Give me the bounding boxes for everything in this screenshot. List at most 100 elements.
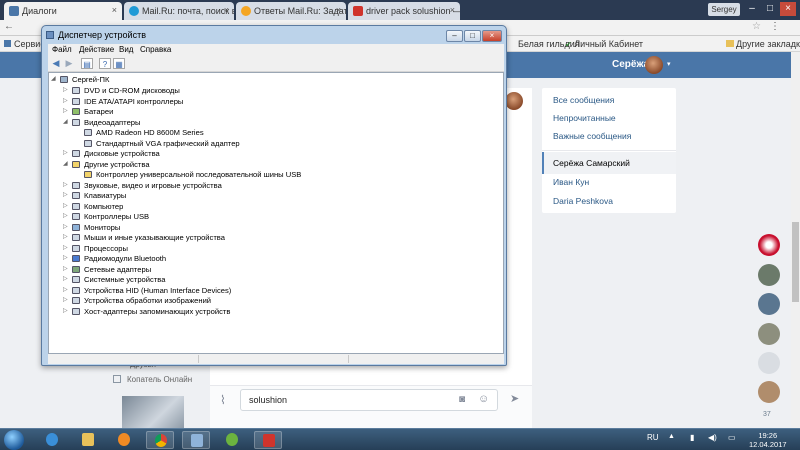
emoji-icon[interactable]: ☺: [478, 393, 489, 405]
attach-icon[interactable]: ⌇: [220, 393, 226, 407]
collapsed-icon[interactable]: ▷: [63, 243, 71, 254]
close-icon[interactable]: ×: [112, 5, 117, 15]
collapsed-icon[interactable]: ▷: [63, 295, 71, 306]
side-avatar-1[interactable]: [758, 234, 780, 256]
tree-view-icon[interactable]: ▤: [81, 58, 93, 69]
battery-icon[interactable]: ▭: [728, 433, 736, 442]
menu-icon[interactable]: ⋮: [770, 21, 780, 32]
collapsed-icon[interactable]: ▷: [63, 232, 71, 243]
collapsed-icon[interactable]: ▷: [63, 106, 71, 117]
collapsed-icon[interactable]: ▷: [63, 148, 71, 159]
taskbar-explorer[interactable]: [74, 431, 102, 449]
conversation-daria[interactable]: Daria Peshkova: [553, 196, 613, 206]
start-button[interactable]: [4, 430, 24, 450]
taskbar-utorrent[interactable]: [218, 431, 246, 449]
conversation-samarsky[interactable]: Серёжа Самарский: [553, 158, 630, 168]
menu-action[interactable]: Действие: [79, 45, 114, 54]
collapsed-icon[interactable]: ▷: [63, 222, 71, 233]
close-button[interactable]: ×: [482, 30, 502, 42]
back-arrow-icon[interactable]: ◀: [50, 58, 62, 69]
side-avatar-5[interactable]: [758, 352, 780, 374]
folder-icon: [82, 433, 94, 446]
menu-all-messages[interactable]: Все сообщения: [553, 95, 614, 105]
check-icon: ✔: [565, 40, 572, 49]
taskbar-driverpack[interactable]: [254, 431, 282, 449]
side-avatar-3[interactable]: [758, 293, 780, 315]
forward-arrow-icon[interactable]: ▶: [63, 58, 75, 69]
profile-button[interactable]: Sergey: [708, 3, 740, 16]
user-name[interactable]: Серёжа: [612, 59, 649, 70]
star-icon[interactable]: ☆: [752, 21, 761, 32]
menu-unread[interactable]: Непрочитанные: [553, 113, 616, 123]
menu-help[interactable]: Справка: [140, 45, 171, 54]
taskbar-device-manager[interactable]: [182, 431, 210, 449]
close-icon[interactable]: ×: [780, 2, 796, 16]
collapsed-icon[interactable]: ▷: [63, 264, 71, 275]
grid-icon: [113, 375, 121, 383]
collapsed-icon[interactable]: ▷: [63, 285, 71, 296]
menu-file[interactable]: Файл: [52, 45, 72, 54]
help-icon[interactable]: ?: [99, 58, 111, 69]
volume-icon[interactable]: ◀): [708, 433, 717, 442]
bookmark-item[interactable]: ✔ Личный Кабинет: [565, 39, 643, 49]
tab-mailru[interactable]: Mail.Ru: почта, поиск в ×: [124, 2, 234, 20]
send-icon[interactable]: ➤: [510, 392, 519, 405]
chrome-icon: [155, 434, 167, 447]
expanded-icon[interactable]: ◢: [51, 74, 59, 85]
menu-view[interactable]: Вид: [119, 45, 133, 54]
taskbar-media-player[interactable]: [110, 431, 138, 449]
side-avatar-4[interactable]: [758, 323, 780, 345]
camera-icon[interactable]: ◙: [459, 394, 465, 405]
avatar[interactable]: [645, 56, 663, 74]
maximize-button[interactable]: □: [464, 30, 481, 42]
collapsed-icon[interactable]: ▷: [63, 190, 71, 201]
computer-icon: [72, 202, 80, 210]
bookmark-other[interactable]: Другие закладки: [726, 39, 800, 49]
collapsed-icon[interactable]: ▷: [63, 253, 71, 264]
collapsed-icon[interactable]: ▷: [63, 96, 71, 107]
page-scrollbar[interactable]: [791, 52, 800, 428]
online-game-link[interactable]: Копатель Онлайн: [113, 375, 192, 384]
collapsed-icon[interactable]: ▷: [63, 85, 71, 96]
collapsed-icon[interactable]: ▷: [63, 201, 71, 212]
tray-arrow-icon[interactable]: ▲: [668, 433, 675, 440]
expanded-icon[interactable]: ◢: [63, 117, 71, 128]
tree-label: Звуковые, видео и игровые устройства: [84, 180, 222, 190]
taskbar-ie[interactable]: [38, 431, 66, 449]
tab-driverpack[interactable]: driver pack solushion — ×: [348, 2, 460, 20]
scrollbar-thumb[interactable]: [792, 222, 799, 302]
collapsed-icon[interactable]: ▷: [63, 180, 71, 191]
network-icon[interactable]: ▮: [690, 433, 694, 442]
collapsed-icon[interactable]: ▷: [63, 211, 71, 222]
close-icon[interactable]: ×: [450, 5, 455, 15]
chevron-down-icon[interactable]: ▾: [667, 60, 671, 68]
tree-label: Устройства HID (Human Interface Devices): [84, 285, 232, 295]
close-icon[interactable]: ×: [224, 5, 229, 15]
minimize-icon[interactable]: –: [744, 2, 760, 16]
tab-dialogs[interactable]: Диалоги ×: [4, 2, 122, 20]
tab-title: Ответы Mail.Ru: Задать: [254, 6, 346, 16]
collapsed-icon[interactable]: ▷: [63, 274, 71, 285]
conversation-ivan[interactable]: Иван Кун: [553, 177, 589, 187]
status-divider: [198, 355, 199, 363]
collapsed-icon[interactable]: ▷: [63, 306, 71, 317]
folder-icon: [726, 40, 734, 47]
tree-label: Устройства обработки изображений: [84, 296, 212, 305]
expanded-icon[interactable]: ◢: [63, 159, 71, 170]
bookmark-apps[interactable]: Сервис: [4, 39, 45, 49]
ad-image[interactable]: [122, 396, 184, 430]
taskbar-chrome[interactable]: [146, 431, 174, 449]
back-arrow-icon[interactable]: ←: [4, 21, 14, 32]
menu-important[interactable]: Важные сообщения: [553, 131, 631, 141]
hid-icon: [72, 286, 80, 294]
properties-icon[interactable]: ▦: [113, 58, 125, 69]
tab-answers[interactable]: Ответы Mail.Ru: Задать ×: [236, 2, 346, 20]
maximize-icon[interactable]: □: [762, 2, 778, 16]
minimize-button[interactable]: –: [446, 30, 463, 42]
side-avatar-2[interactable]: [758, 264, 780, 286]
side-avatar-6[interactable]: [758, 381, 780, 403]
device-tree[interactable]: ◢ Сергей-ПК ▷ DVD и CD-ROM дисководы ▷ IDE…: [48, 72, 504, 354]
close-icon[interactable]: ×: [336, 5, 341, 15]
clock[interactable]: 19:26 12.04.2017: [749, 431, 787, 449]
language-indicator[interactable]: RU: [647, 433, 659, 442]
